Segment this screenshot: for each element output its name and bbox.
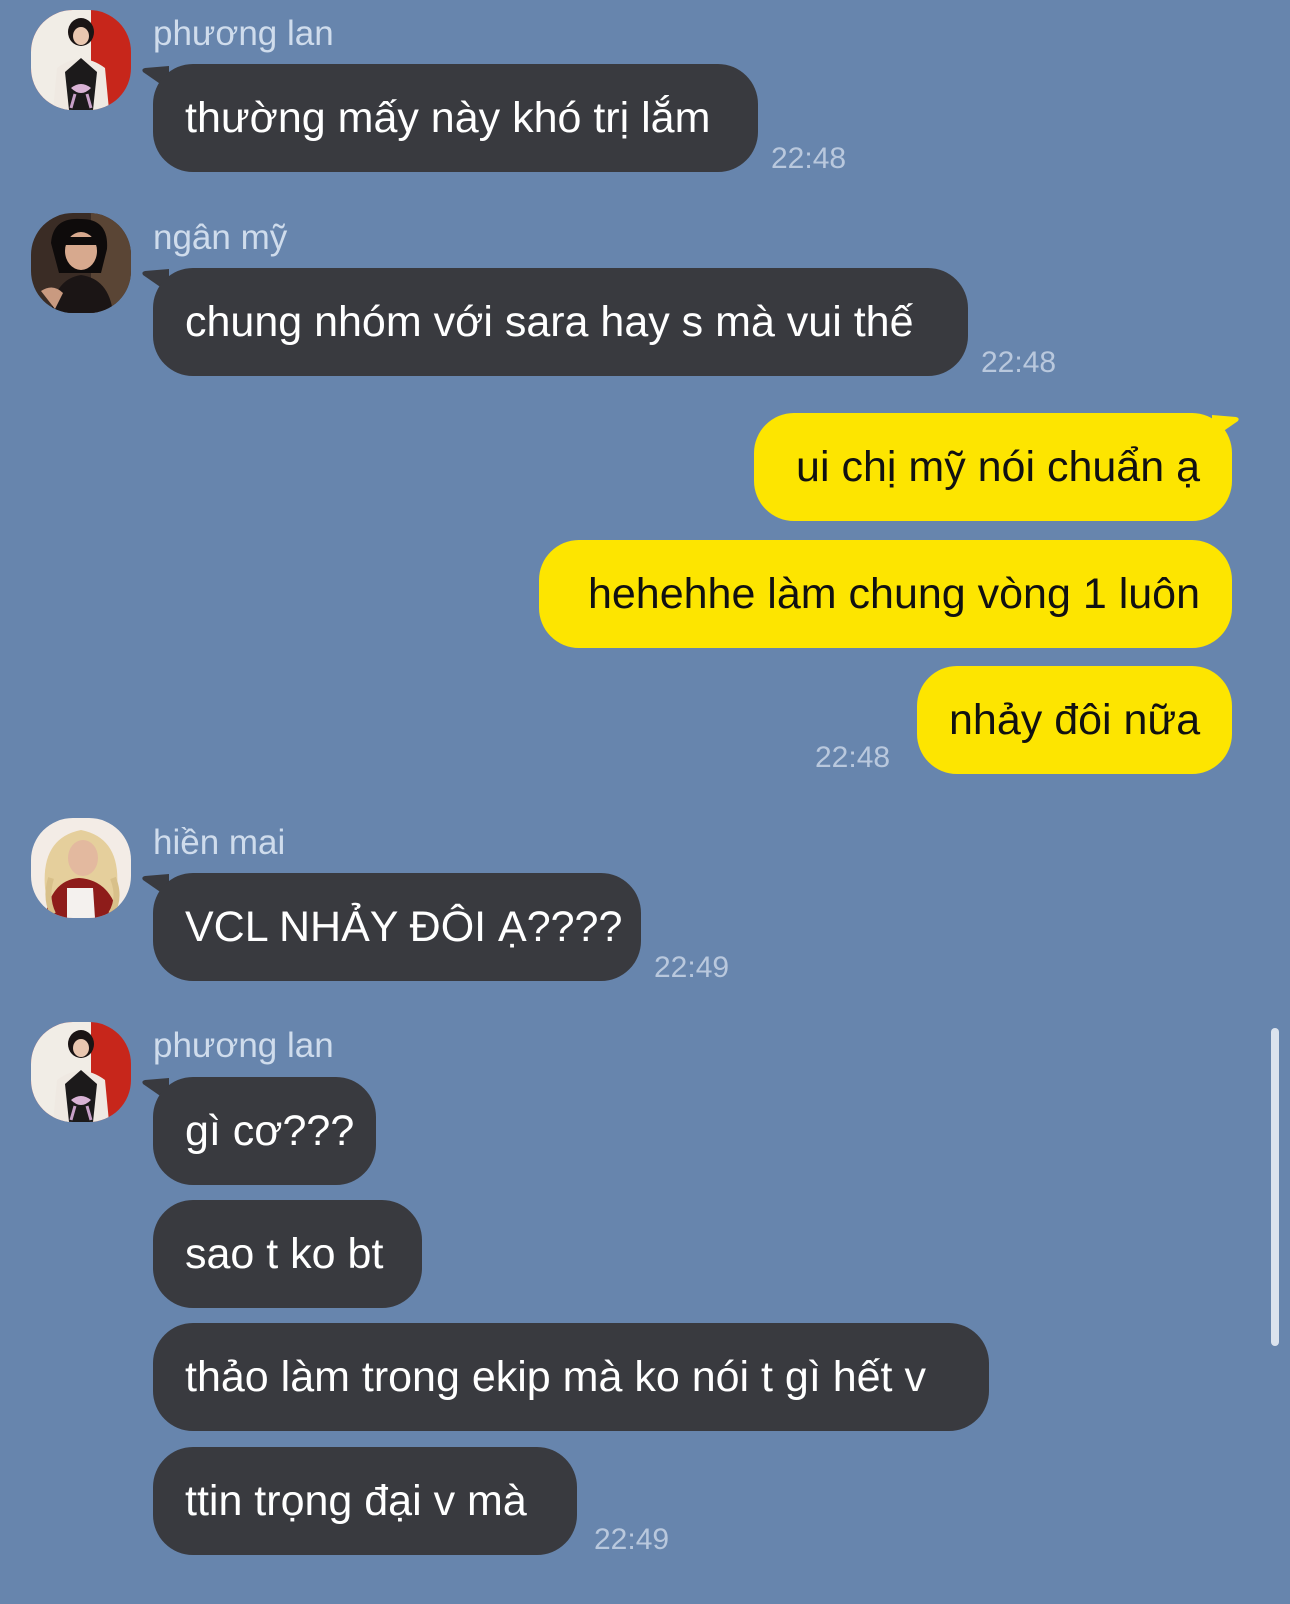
message-timestamp: 22:49 <box>654 951 730 984</box>
message-bubble[interactable]: sao t ko bt <box>153 1200 422 1308</box>
sender-name: phương lan <box>153 1026 334 1065</box>
message-bubble[interactable]: hehehhe làm chung vòng 1 luôn <box>539 540 1232 648</box>
message-bubble[interactable]: VCL NHẢY ĐÔI Ạ???? <box>153 873 641 981</box>
message-timestamp: 22:49 <box>594 1523 670 1556</box>
message-timestamp: 22:48 <box>981 346 1057 379</box>
message-bubble[interactable]: chung nhóm với sara hay s mà vui thế <box>153 268 968 376</box>
sender-name: ngân mỹ <box>153 218 288 257</box>
chat-message-list[interactable]: phương lan thường mấy này khó trị lắm 22… <box>0 0 1290 1604</box>
message-bubble[interactable]: gì cơ??? <box>153 1077 376 1185</box>
avatar-hien-mai[interactable] <box>31 818 131 918</box>
sender-name: phương lan <box>153 14 334 53</box>
avatar-phuong-lan[interactable] <box>31 10 131 110</box>
sender-name: hiền mai <box>153 823 286 862</box>
message-bubble[interactable]: ttin trọng đại v mà <box>153 1447 577 1555</box>
message-bubble[interactable]: nhảy đôi nữa <box>917 666 1232 774</box>
message-timestamp: 22:48 <box>771 142 847 175</box>
message-bubble[interactable]: thảo làm trong ekip mà ko nói t gì hết v <box>153 1323 989 1431</box>
avatar-phuong-lan[interactable] <box>31 1022 131 1122</box>
message-bubble[interactable]: thường mấy này khó trị lắm <box>153 64 758 172</box>
scrollbar[interactable] <box>1271 1028 1279 1346</box>
message-timestamp: 22:48 <box>815 741 891 774</box>
avatar-ngan-my[interactable] <box>31 213 131 313</box>
message-bubble[interactable]: ui chị mỹ nói chuẩn ạ <box>754 413 1232 521</box>
